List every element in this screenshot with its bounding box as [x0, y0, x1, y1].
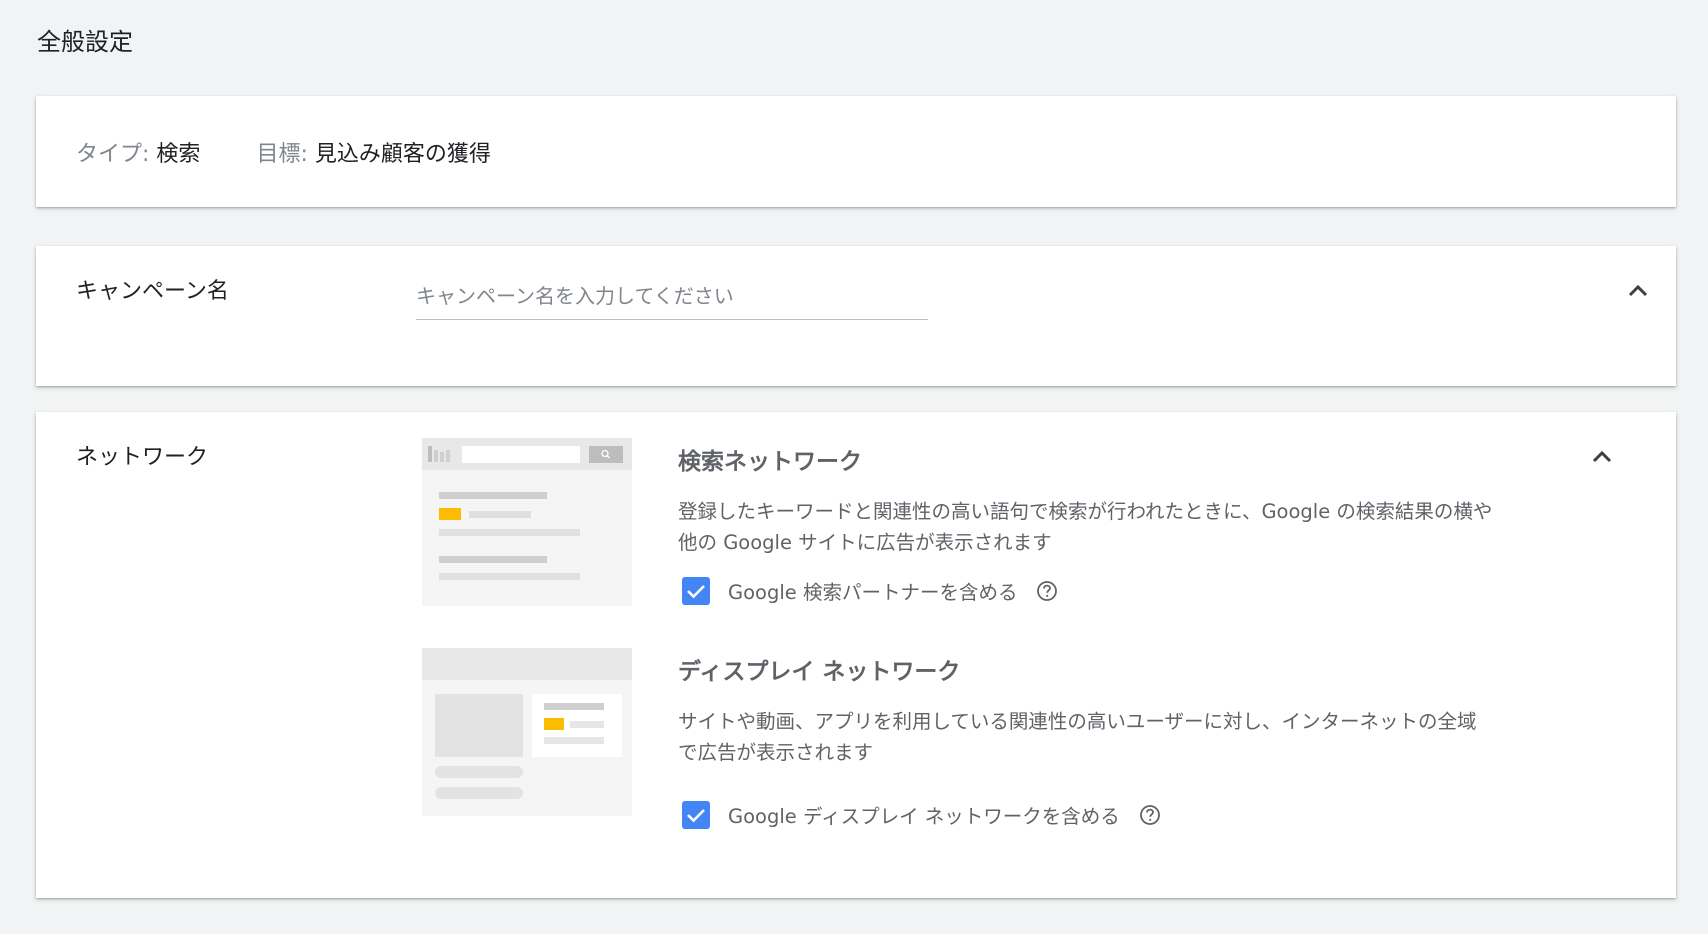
- search-network-title: 検索ネットワーク: [678, 449, 862, 475]
- summary-goal-value: 見込み顧客の獲得: [314, 142, 491, 167]
- search-network-illustration: [422, 438, 632, 606]
- summary-goal-key: 目標:: [256, 142, 308, 167]
- summary-row: タイプ: 検索 目標: 見込み顧客の獲得: [76, 136, 491, 168]
- display-network-description: サイトや動画、アプリを利用している関連性の高いユーザーに対し、インターネットの全…: [678, 706, 1538, 768]
- campaign-name-label: キャンペーン名: [76, 279, 229, 304]
- display-network-help-button[interactable]: [1138, 803, 1162, 827]
- search-results-illustration-icon: [422, 438, 632, 580]
- chevron-up-icon: [1628, 284, 1648, 297]
- summary-type: タイプ: 検索: [76, 136, 200, 168]
- display-network-checkbox[interactable]: [682, 800, 710, 829]
- check-icon: [687, 584, 705, 598]
- page-title: 全般設定: [37, 28, 133, 56]
- help-circle-icon: [1037, 580, 1058, 601]
- network-card: ネットワーク 検索ネットワーク 登録したキーワードと関連性の高い語句で検索が行わ…: [36, 412, 1676, 898]
- summary-goal: 目標: 見込み顧客の獲得: [256, 136, 490, 168]
- display-network-desc-line2: で広告が表示されます: [678, 741, 874, 764]
- display-network-illustration: [422, 648, 632, 816]
- summary-type-key: タイプ:: [76, 142, 150, 167]
- search-partners-help-button[interactable]: [1035, 579, 1059, 603]
- display-network-option: Google ディスプレイ ネットワークを含める: [682, 800, 1162, 829]
- collapse-campaign-button[interactable]: [1618, 270, 1658, 310]
- display-site-illustration-icon: [422, 648, 632, 799]
- chevron-up-icon: [1592, 450, 1612, 463]
- summary-type-value: 検索: [156, 142, 201, 167]
- collapse-network-button[interactable]: [1582, 436, 1622, 476]
- display-network-label[interactable]: Google ディスプレイ ネットワークを含める: [728, 800, 1120, 829]
- campaign-name-card: キャンペーン名: [36, 246, 1676, 386]
- campaign-name-input[interactable]: [416, 278, 928, 320]
- search-partners-option: Google 検索パートナーを含める: [682, 576, 1059, 605]
- network-label: ネットワーク: [76, 445, 209, 470]
- display-network-desc-line1: サイトや動画、アプリを利用している関連性の高いユーザーに対し、インターネットの全…: [678, 710, 1477, 733]
- search-partners-label[interactable]: Google 検索パートナーを含める: [728, 576, 1017, 605]
- display-network-title: ディスプレイ ネットワーク: [678, 659, 961, 685]
- search-network-description: 登録したキーワードと関連性の高い語句で検索が行われたときに、Google の検索…: [678, 496, 1538, 558]
- search-network-desc-line1: 登録したキーワードと関連性の高い語句で検索が行われたときに、Google の検索…: [678, 500, 1493, 523]
- check-icon: [687, 808, 705, 822]
- search-network-desc-line2: 他の Google サイトに広告が表示されます: [678, 531, 1052, 554]
- summary-card: タイプ: 検索 目標: 見込み顧客の獲得: [36, 96, 1676, 207]
- search-partners-checkbox[interactable]: [682, 576, 710, 605]
- help-circle-icon: [1139, 804, 1160, 825]
